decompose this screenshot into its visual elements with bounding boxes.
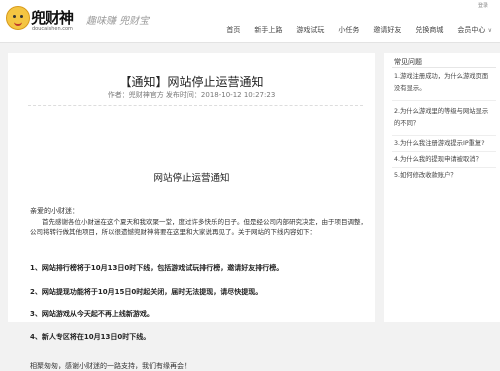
faq-link[interactable]: 5.如何修改收款账户？ — [394, 170, 494, 182]
logo-domain: doucaishen.com — [32, 26, 73, 32]
login-link[interactable]: 登录 — [478, 2, 488, 9]
nav-invite-friends[interactable]: 邀请好友 — [373, 25, 401, 35]
greeting: 亲爱的小财迷： — [30, 207, 79, 215]
article-card: 【通知】网站停止运营通知 作者：兜财神官方 发布时间：2018-10-12 10… — [8, 53, 375, 370]
notice-point-3: 3、网站游戏从今天起不再上线新游戏。 — [30, 310, 154, 318]
nav-beginner[interactable]: 新手上路 — [254, 25, 282, 35]
faq-link[interactable]: 1.游戏注册成功，为什么游戏页面没有显示。 — [394, 71, 494, 95]
chevron-down-icon: ∨ — [487, 27, 492, 34]
title-divider — [28, 105, 363, 106]
notice-point-1: 1、网站排行榜将于10月13日0时下线，包括游戏试玩排行榜，邀请好友排行榜。 — [30, 264, 284, 272]
faq-sidebar: 常见问题 1.游戏注册成功，为什么游戏页面没有显示。 2.为什么游戏里的等级与网… — [384, 53, 500, 322]
nav-tasks[interactable]: 小任务 — [338, 25, 359, 35]
body-paragraph: 首先感谢各位小财迷在这个夏天和我欢聚一堂，度过许多快乐的日子。但是经公司内部研究… — [30, 218, 372, 237]
body-text: 首先感谢各位小财迷在这个夏天和我欢聚一堂，度过许多快乐的日子。但是经公司内部研究… — [30, 218, 367, 236]
sidebar-title: 常见问题 — [394, 58, 422, 66]
logo-name: 兜财神 — [31, 9, 74, 27]
faq-divider — [392, 135, 496, 136]
notice-point-2: 2、网站提现功能将于10月15日0时起关闭，届时无法提现，请尽快提现。 — [30, 288, 263, 296]
mascot-face-icon — [6, 6, 30, 30]
site-logo[interactable]: 兜财神 doucaishen.com 趣味赚 兜财宝 — [6, 6, 156, 32]
closing-text: 相聚匆匆，感谢小财迷的一路支持，我们有缘再会！ — [30, 362, 191, 370]
notice-heading: 网站停止运营通知 — [153, 173, 230, 184]
article-title: 【通知】网站停止运营通知 — [119, 75, 264, 89]
nav-home[interactable]: 首页 — [226, 25, 240, 35]
faq-link[interactable]: 3.为什么我注册游戏提示IP重复? — [394, 138, 494, 150]
nav-exchange-mall[interactable]: 兑换商城 — [415, 25, 443, 35]
faq-divider — [392, 167, 496, 168]
faq-divider — [392, 151, 496, 152]
faq-divider — [392, 100, 496, 101]
top-navigation-bar: 登录 兜财神 doucaishen.com 趣味赚 兜财宝 首页 新手上路 游戏… — [0, 0, 500, 43]
nav-game-trial[interactable]: 游戏试玩 — [296, 25, 324, 35]
article-meta: 作者：兜财神官方 发布时间：2018-10-12 10:27:23 — [107, 91, 276, 99]
main-nav: 首页 新手上路 游戏试玩 小任务 邀请好友 兑换商城 会员中心 ∨ — [212, 25, 492, 35]
sidebar-divider — [392, 67, 496, 68]
notice-point-4: 4、新人专区将在10月13日0时下线。 — [30, 333, 151, 341]
nav-member-center-label: 会员中心 — [457, 26, 486, 34]
logo-slogan: 趣味赚 兜财宝 — [86, 16, 150, 27]
faq-link[interactable]: 4.为什么我的提现申请被取消？ — [394, 154, 494, 166]
nav-member-center[interactable]: 会员中心 ∨ — [457, 25, 492, 35]
faq-link[interactable]: 2.为什么游戏里的等级与网站显示的不同？ — [394, 106, 494, 130]
